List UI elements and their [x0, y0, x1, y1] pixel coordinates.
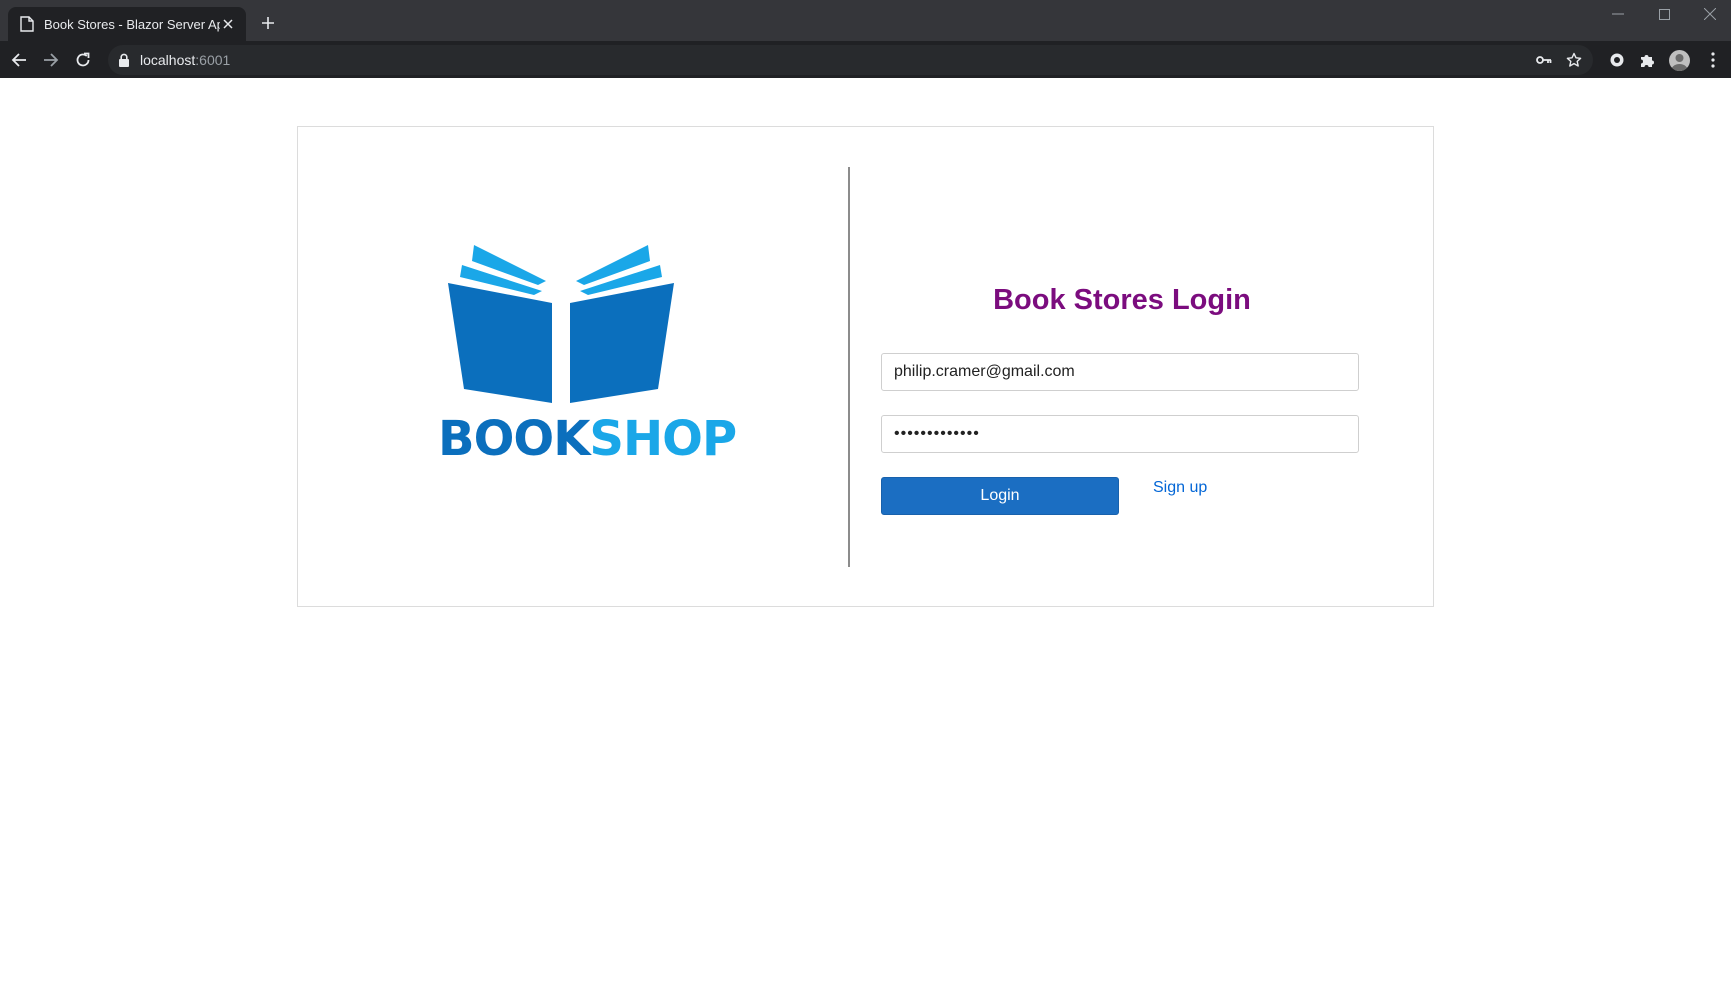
browser-tab[interactable]: Book Stores - Blazor Server App: [8, 7, 246, 41]
browser-toolbar: localhost:6001: [0, 41, 1731, 78]
email-field[interactable]: [881, 353, 1359, 391]
signup-link[interactable]: Sign up: [1153, 479, 1207, 497]
password-field[interactable]: [881, 415, 1359, 453]
close-window-icon[interactable]: [1687, 4, 1731, 24]
page-icon: [19, 16, 35, 32]
close-tab-icon[interactable]: [220, 16, 236, 32]
extension-circle-icon[interactable]: [1607, 50, 1627, 70]
brand-wordmark: BOOKSHOP: [438, 411, 737, 467]
maximize-icon[interactable]: [1641, 4, 1687, 24]
login-button[interactable]: Login: [881, 477, 1119, 515]
reload-icon[interactable]: [73, 50, 93, 70]
url-host: localhost: [140, 52, 196, 68]
brand-part-shop: SHOP: [589, 411, 737, 467]
page-title: Book Stores Login: [993, 284, 1251, 316]
menu-dots-icon[interactable]: [1703, 50, 1723, 70]
bookmark-star-icon[interactable]: [1564, 50, 1584, 70]
url-port: :6001: [195, 52, 231, 68]
key-icon[interactable]: [1534, 50, 1554, 70]
login-card: BOOKSHOP Book Stores Login Login Sign up: [297, 126, 1434, 607]
vertical-divider: [848, 167, 850, 567]
browser-tabstrip: Book Stores - Blazor Server App: [0, 0, 1731, 41]
address-bar[interactable]: localhost:6001: [108, 45, 1593, 75]
profile-avatar[interactable]: [1669, 50, 1690, 71]
brand-part-book: BOOK: [438, 411, 590, 467]
forward-icon[interactable]: [41, 50, 61, 70]
minimize-icon[interactable]: [1595, 4, 1641, 24]
lock-icon[interactable]: [118, 53, 132, 67]
extensions-puzzle-icon[interactable]: [1637, 50, 1657, 70]
tab-title: Book Stores - Blazor Server App: [44, 16, 220, 32]
url-text: localhost:6001: [140, 52, 230, 68]
back-icon[interactable]: [9, 50, 29, 70]
new-tab-icon[interactable]: [258, 13, 278, 33]
